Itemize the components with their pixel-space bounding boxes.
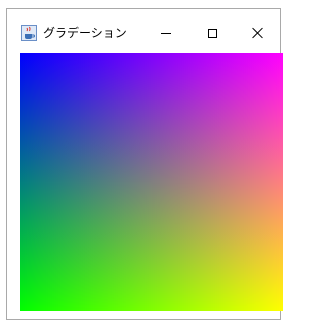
title-bar[interactable]: グラデーション <box>7 9 280 53</box>
close-button[interactable] <box>246 23 270 43</box>
minimize-button[interactable] <box>154 23 178 43</box>
application-window: グラデーション <box>6 8 283 320</box>
gradient-overlay <box>20 53 283 311</box>
close-icon <box>252 27 264 39</box>
maximize-button[interactable] <box>200 23 224 43</box>
minimize-icon <box>161 32 171 34</box>
window-title: グラデーション <box>43 26 127 40</box>
java-cup-icon <box>21 25 37 41</box>
maximize-icon <box>207 28 217 38</box>
gradient-canvas <box>20 53 283 311</box>
